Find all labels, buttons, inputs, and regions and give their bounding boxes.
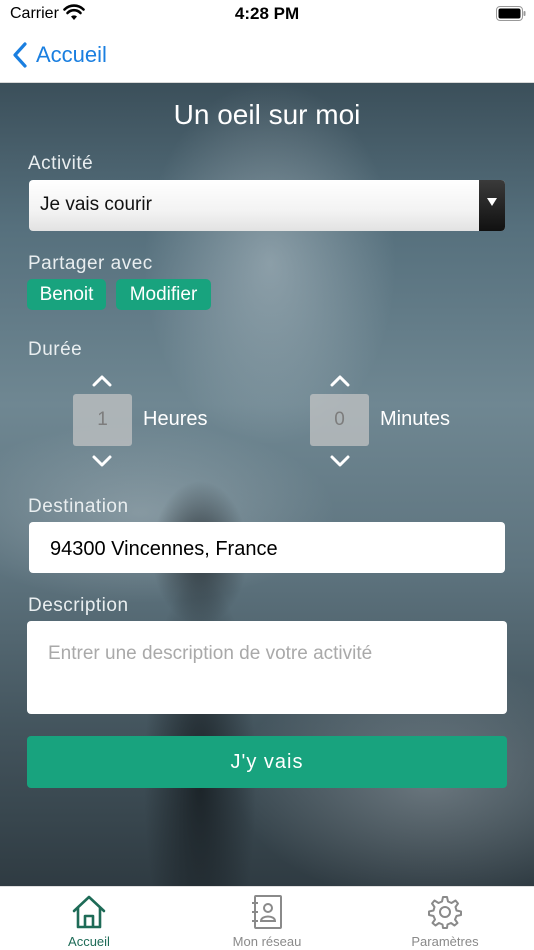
description-label: Description: [28, 595, 129, 616]
home-icon: [72, 895, 106, 929]
hours-decrement-chevron-down-icon[interactable]: [91, 454, 113, 468]
duration-label: Durée: [28, 339, 83, 360]
navigation-bar: Accueil: [0, 30, 534, 83]
destination-label: Destination: [28, 496, 129, 517]
minutes-decrement-chevron-down-icon[interactable]: [329, 454, 351, 468]
tab-bar: Accueil Mon réseau Paramètres: [0, 886, 534, 950]
description-placeholder: Entrer une description de votre activité: [48, 643, 373, 664]
battery-icon: [496, 6, 526, 21]
tab-parametres[interactable]: Paramètres: [356, 887, 534, 950]
gear-icon: [428, 896, 462, 929]
contact-chip-benoit[interactable]: Benoit: [27, 279, 106, 310]
tab-accueil-label: Accueil: [68, 934, 110, 949]
destination-value: 94300 Vincennes, France: [50, 538, 278, 560]
description-textarea[interactable]: Entrer une description de votre activité: [27, 621, 507, 714]
activity-label: Activité: [28, 153, 94, 174]
tab-parametres-label: Paramètres: [411, 934, 479, 949]
back-button[interactable]: Accueil: [12, 39, 107, 71]
status-time: 4:28 PM: [234, 4, 300, 23]
page-title: Un oeil sur moi: [173, 99, 361, 130]
modify-contacts-button[interactable]: Modifier: [116, 279, 211, 310]
activity-select[interactable]: Je vais courir: [29, 180, 505, 231]
back-chevron-icon: [13, 42, 27, 68]
hours-value: 1: [73, 394, 132, 446]
back-label: Accueil: [36, 42, 107, 67]
select-dropdown-button[interactable]: [479, 180, 505, 231]
hours-increment-chevron-up-icon[interactable]: [91, 374, 113, 388]
tab-mon-reseau-label: Mon réseau: [232, 934, 302, 949]
hours-unit-label: Heures: [143, 408, 208, 430]
activity-form: Un oeil sur moi Activité Je vais courir …: [0, 83, 534, 886]
go-button[interactable]: J'y vais: [27, 736, 507, 788]
tab-accueil[interactable]: Accueil: [0, 887, 178, 950]
tab-mon-reseau[interactable]: Mon réseau: [178, 887, 356, 950]
activity-selected-value: Je vais courir: [40, 194, 152, 215]
share-label: Partager avec: [28, 253, 153, 274]
minutes-unit-label: Minutes: [380, 408, 451, 430]
status-bar: Carrier 4:28 PM: [0, 0, 534, 30]
destination-field[interactable]: 94300 Vincennes, France: [29, 522, 505, 573]
caret-down-icon: [487, 198, 497, 206]
minutes-increment-chevron-up-icon[interactable]: [329, 374, 351, 388]
contacts-icon: [252, 895, 282, 929]
minutes-value: 0: [310, 394, 369, 446]
